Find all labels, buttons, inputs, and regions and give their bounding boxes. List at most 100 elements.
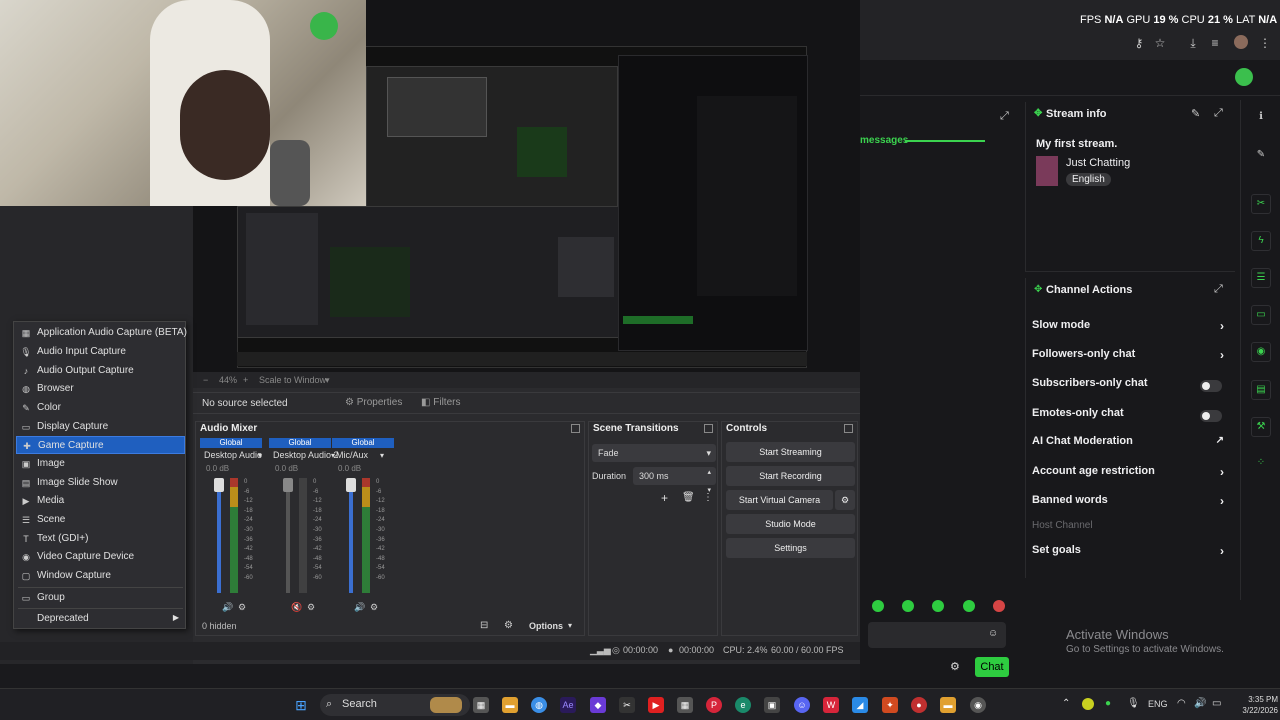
- menu-item-game-capture[interactable]: ✚ Game Capture: [16, 436, 185, 454]
- task-view-icon[interactable]: ▦: [473, 697, 489, 713]
- speaker-icon[interactable]: 🔊: [354, 602, 365, 613]
- banned-words-item[interactable]: Banned words ›: [1032, 494, 1228, 512]
- more-icon[interactable]: ⋮: [1258, 36, 1272, 50]
- gear-icon[interactable]: ⚙: [307, 602, 315, 613]
- volume-fader[interactable]: [349, 478, 353, 593]
- microphone-icon[interactable]: 🎙: [1127, 698, 1140, 709]
- muted-speaker-icon[interactable]: 🔇: [291, 602, 302, 613]
- edit-icon[interactable]: ✎: [1191, 107, 1200, 120]
- tray-app-icon[interactable]: ●: [1105, 698, 1111, 709]
- emotes-only-toggle[interactable]: [1200, 410, 1222, 422]
- windows-start-icon[interactable]: ⊞: [293, 697, 309, 713]
- emote-icon[interactable]: [963, 600, 975, 612]
- emote-icon[interactable]: [872, 600, 884, 612]
- chevron-down-icon[interactable]: ▾: [568, 621, 572, 630]
- language-tag[interactable]: English: [1066, 173, 1111, 186]
- queue-icon[interactable]: ▤: [1251, 380, 1271, 400]
- file-explorer-icon[interactable]: ▬: [502, 697, 518, 713]
- app-icon[interactable]: ◆: [590, 697, 606, 713]
- lightning-icon[interactable]: ϟ: [1251, 231, 1271, 251]
- volume-knob[interactable]: [283, 478, 293, 492]
- taskbar-clock[interactable]: 3:35 PM 3/22/2026: [1234, 694, 1278, 718]
- app-icon[interactable]: ◢: [852, 697, 868, 713]
- battery-icon[interactable]: ▭: [1212, 698, 1221, 709]
- menu-item-deprecated[interactable]: Deprecated ▶: [16, 610, 185, 628]
- settings-button[interactable]: Settings: [726, 538, 855, 558]
- app-icon[interactable]: ●: [911, 697, 927, 713]
- menu-item-audio-output[interactable]: ♪ Audio Output Capture: [16, 362, 185, 380]
- menu-item-window-capture[interactable]: ▢ Window Capture: [16, 567, 185, 585]
- menu-item-image-slideshow[interactable]: ▤ Image Slide Show: [16, 474, 185, 492]
- chevron-down-icon[interactable]: ▾: [325, 375, 330, 386]
- capcut-icon[interactable]: ✂: [619, 697, 635, 713]
- duration-input[interactable]: 300 ms ▴ ▾: [633, 467, 716, 494]
- menu-item-app-audio[interactable]: ▦ Application Audio Capture (BETA): [16, 324, 187, 342]
- emote-picker-icon[interactable]: ☺: [988, 628, 998, 639]
- wrench-icon[interactable]: ⚒: [1251, 417, 1271, 437]
- float-dock-icon[interactable]: [844, 424, 853, 433]
- popout-icon[interactable]: ⤢: [1214, 283, 1223, 296]
- speaker-icon[interactable]: 🔊: [222, 602, 233, 613]
- chat-settings-icon[interactable]: ⚙: [950, 660, 960, 673]
- menu-item-text[interactable]: T Text (GDI+): [16, 530, 185, 548]
- dots-icon[interactable]: ⁘: [1251, 454, 1271, 474]
- gear-icon[interactable]: ⚙: [370, 602, 378, 613]
- emote-icon[interactable]: [993, 600, 1005, 612]
- taskbar-search[interactable]: ⌕ Search: [320, 694, 470, 716]
- wifi-icon[interactable]: ◠: [1177, 698, 1186, 709]
- chrome-icon[interactable]: ◍: [531, 697, 547, 713]
- menu-item-color[interactable]: ✎ Color: [16, 399, 185, 417]
- popout-icon[interactable]: ⤢: [1214, 107, 1223, 120]
- studio-mode-button[interactable]: Studio Mode: [726, 514, 855, 534]
- filters-button[interactable]: ◧ Filters: [421, 397, 460, 411]
- bookmark-icon[interactable]: ☆: [1153, 36, 1167, 50]
- list-icon[interactable]: ☰: [1251, 268, 1271, 288]
- volume-knob[interactable]: [214, 478, 224, 492]
- chat-bubble-icon[interactable]: ▭: [1251, 305, 1271, 325]
- chevron-down-icon[interactable]: ▾: [258, 451, 262, 460]
- broadcast-icon[interactable]: ◉: [1251, 342, 1271, 362]
- start-recording-button[interactable]: Start Recording: [726, 466, 855, 486]
- emote-icon[interactable]: [902, 600, 914, 612]
- properties-button[interactable]: ⚙ Properties: [345, 397, 402, 411]
- menu-item-media[interactable]: ▶ Media: [16, 492, 185, 510]
- virtual-camera-settings-icon[interactable]: ⚙: [835, 490, 855, 510]
- options-button[interactable]: Options: [529, 621, 563, 631]
- youtube-icon[interactable]: ▶: [648, 697, 664, 713]
- zoom-out-icon[interactable]: −: [203, 375, 208, 385]
- start-streaming-button[interactable]: Start Streaming: [726, 442, 855, 462]
- volume-knob[interactable]: [346, 478, 356, 492]
- advanced-audio-icon[interactable]: ⚙: [504, 620, 513, 631]
- subscribers-only-toggle[interactable]: [1200, 380, 1222, 392]
- gear-icon[interactable]: ⚙: [238, 602, 246, 613]
- app-icon[interactable]: W: [823, 697, 839, 713]
- menu-item-browser[interactable]: ◍ Browser: [16, 380, 185, 398]
- download-icon[interactable]: ⤓: [1186, 36, 1200, 50]
- popout-icon[interactable]: ⤢: [1000, 110, 1009, 123]
- volume-fader[interactable]: [286, 478, 290, 593]
- info-icon[interactable]: ℹ: [1251, 108, 1271, 128]
- account-age-item[interactable]: Account age restriction ›: [1032, 465, 1228, 483]
- layout-icon[interactable]: ⊟: [480, 620, 488, 631]
- chat-button[interactable]: Chat: [975, 657, 1009, 677]
- edge-icon[interactable]: e: [735, 697, 751, 713]
- menu-item-image[interactable]: ▣ Image: [16, 455, 185, 473]
- pinterest-icon[interactable]: P: [706, 697, 722, 713]
- zoom-in-icon[interactable]: +: [243, 375, 248, 385]
- scale-mode[interactable]: Scale to Window: [259, 375, 326, 385]
- password-icon[interactable]: ⚷: [1132, 36, 1146, 50]
- add-icon[interactable]: +: [661, 491, 668, 505]
- menu-item-scene[interactable]: ☰ Scene: [16, 511, 185, 529]
- transition-select[interactable]: Fade ▾: [592, 444, 716, 462]
- app-icon[interactable]: ✦: [882, 697, 898, 713]
- menu-item-video-capture[interactable]: ◉ Video Capture Device: [16, 548, 185, 566]
- chat-input[interactable]: ☺: [868, 622, 1006, 648]
- folder-icon[interactable]: ▬: [940, 697, 956, 713]
- slow-mode-item[interactable]: Slow mode ›: [1032, 319, 1228, 337]
- clip-icon[interactable]: ✂: [1251, 194, 1271, 214]
- drag-handle-icon[interactable]: ✥: [1034, 108, 1042, 119]
- pencil-icon[interactable]: ✎: [1251, 146, 1271, 166]
- profile-avatar[interactable]: [1234, 35, 1248, 49]
- photos-icon[interactable]: ▣: [764, 697, 780, 713]
- volume-fader[interactable]: [217, 478, 221, 593]
